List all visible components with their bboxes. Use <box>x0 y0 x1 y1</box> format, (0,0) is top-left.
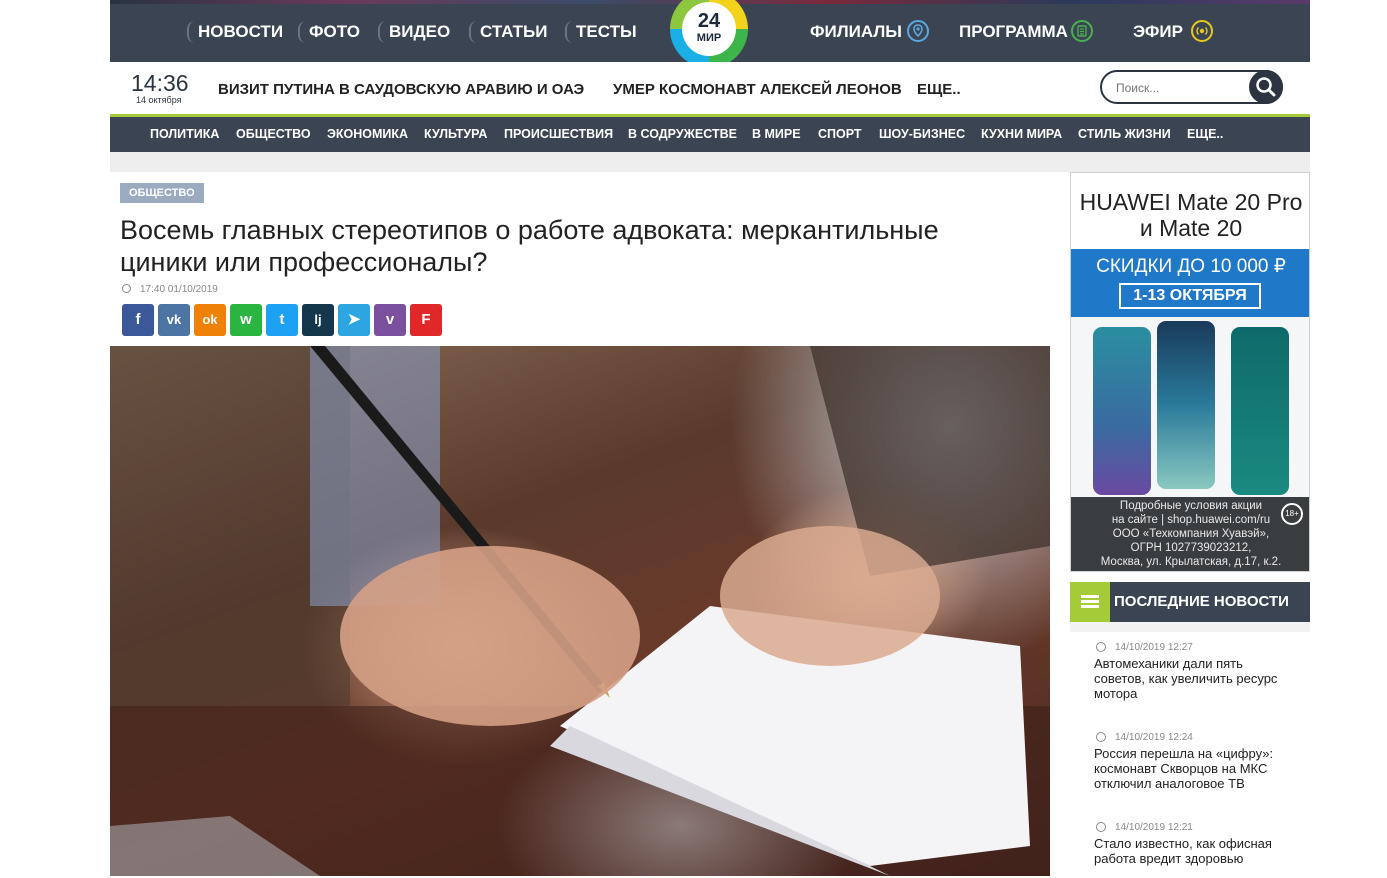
cat-economy[interactable]: ЭКОНОМИКА <box>327 127 408 141</box>
share-facebook-icon[interactable]: f <box>122 304 154 336</box>
latest-news-title: ПОСЛЕДНИЕ НОВОСТИ <box>1114 593 1289 610</box>
nav-news[interactable]: НОВОСТИ <box>187 21 283 43</box>
ad-dates: 1-13 ОКТЯБРЯ <box>1119 283 1261 309</box>
share-viber-icon[interactable]: v <box>374 304 406 336</box>
share-odnoklassniki-icon[interactable]: ok <box>194 304 226 336</box>
cat-world[interactable]: В МИРЕ <box>752 127 801 141</box>
ad-sale-text: СКИДКИ ДО 10 000 ₽ <box>1096 256 1286 277</box>
ad-fine-line: ОГРН 1027739023212, <box>1130 542 1252 554</box>
cat-world-cuisine[interactable]: КУХНИ МИРА <box>981 127 1062 141</box>
share-whatsapp-icon[interactable]: w <box>230 304 262 336</box>
news-time: 14/10/2019 12:24 <box>1094 732 1294 743</box>
cat-more[interactable]: ЕЩЕ.. <box>1187 127 1223 141</box>
search-icon <box>1256 77 1276 97</box>
news-time: 14/10/2019 12:21 <box>1094 822 1294 833</box>
cat-sport[interactable]: СПОРТ <box>818 127 862 141</box>
logo-number: 24 <box>697 10 721 32</box>
broadcast-icon[interactable] <box>1191 20 1213 42</box>
menu-icon[interactable] <box>1070 582 1110 622</box>
nav-program[interactable]: ПРОГРАММА <box>959 21 1068 43</box>
ticker-item-putin-visit[interactable]: ВИЗИТ ПУТИНА В САУДОВСКУЮ АРАВИЮ И ОАЭ <box>218 81 584 98</box>
logo-text: МИР <box>696 32 722 44</box>
list-icon[interactable] <box>1071 20 1093 42</box>
ticker-item-leonov[interactable]: УМЕР КОСМОНАВТ АЛЕКСЕЙ ЛЕОНОВ <box>613 81 902 98</box>
nav-articles[interactable]: СТАТЬИ <box>469 21 547 43</box>
cat-commonwealth[interactable]: В СОДРУЖЕСТВЕ <box>628 127 737 141</box>
huawei-ad-banner[interactable]: HUAWEI Mate 20 Pro и Mate 20 СКИДКИ ДО 1… <box>1070 172 1310 572</box>
clock-icon <box>1096 642 1106 652</box>
clock-date: 14 октября <box>136 95 182 105</box>
cat-politics[interactable]: ПОЛИТИКА <box>150 127 219 141</box>
ad-fine-print: Подробные условия акции на сайте | shop.… <box>1071 497 1309 571</box>
ad-fine-line: Подробные условия акции <box>1119 500 1263 512</box>
clock-icon <box>1096 822 1106 832</box>
spacer <box>110 152 1310 172</box>
page: НОВОСТИ ФОТО ВИДЕО СТАТЬИ ТЕСТЫ 24 МИР Ф… <box>110 0 1310 878</box>
search-input[interactable] <box>1114 78 1238 98</box>
news-title: Стало известно, как офисная работа вреди… <box>1094 836 1272 866</box>
publish-time: 17:40 01/10/2019 <box>140 284 218 295</box>
mir24-logo[interactable]: 24 МИР <box>670 0 748 68</box>
map-pin-icon[interactable] <box>907 20 929 42</box>
article-title: Восемь главных стереотипов о работе адво… <box>120 214 1020 278</box>
cat-society[interactable]: ОБЩЕСТВО <box>236 127 311 141</box>
latest-news-item[interactable]: 14/10/2019 12:27 Автомеханики дали пять … <box>1094 642 1294 701</box>
news-time-text: 14/10/2019 12:24 <box>1115 732 1193 743</box>
cat-lifestyle[interactable]: СТИЛЬ ЖИЗНИ <box>1078 127 1171 141</box>
article-title-line2: циники или профессионалы? <box>120 247 488 277</box>
age-rating-badge: 18+ <box>1281 503 1303 525</box>
article-meta: 17:40 01/10/2019 <box>122 284 218 295</box>
photo-scene <box>110 346 1050 876</box>
top-nav: НОВОСТИ ФОТО ВИДЕО СТАТЬИ ТЕСТЫ 24 МИР Ф… <box>110 0 1310 68</box>
cat-incidents[interactable]: ПРОИСШЕСТВИЯ <box>504 127 613 141</box>
ad-line2: и Mate 20 <box>1139 215 1243 241</box>
news-title: Россия перешла на «цифру»: космонавт Скв… <box>1094 746 1274 791</box>
nav-photo[interactable]: ФОТО <box>298 21 360 43</box>
ad-fine-line: на сайте | shop.huawei.com/ru <box>1111 514 1271 526</box>
news-time: 14/10/2019 12:27 <box>1094 642 1294 653</box>
ticker-more[interactable]: ЕЩЕ.. <box>917 81 961 98</box>
cat-culture[interactable]: КУЛЬТУРА <box>424 127 487 141</box>
nav-live[interactable]: ЭФИР <box>1133 21 1183 43</box>
share-livejournal-icon[interactable]: lj <box>302 304 334 336</box>
ticker-bar: 14:36 14 октября ВИЗИТ ПУТИНА В САУДОВСК… <box>110 62 1310 114</box>
nav-video[interactable]: ВИДЕО <box>378 21 450 43</box>
share-twitter-icon[interactable]: t <box>266 304 298 336</box>
article-photo <box>110 346 1050 876</box>
nav-tests[interactable]: ТЕСТЫ <box>565 21 637 43</box>
article: ОБЩЕСТВО Восемь главных стереотипов о ра… <box>110 172 1050 878</box>
rubric-badge[interactable]: ОБЩЕСТВО <box>120 183 204 203</box>
phone-center <box>1157 321 1215 489</box>
search-button[interactable] <box>1249 70 1283 104</box>
share-flipboard-icon[interactable]: F <box>410 304 442 336</box>
ad-line1: HUAWEI Mate 20 Pro <box>1079 189 1303 215</box>
search-box <box>1100 70 1283 104</box>
phone-left <box>1093 327 1151 495</box>
news-time-text: 14/10/2019 12:21 <box>1115 822 1193 833</box>
news-title: Автомеханики дали пять советов, как увел… <box>1094 656 1278 701</box>
latest-news-item[interactable]: 14/10/2019 12:24 Россия перешла на «цифр… <box>1094 732 1294 791</box>
news-time-text: 14/10/2019 12:27 <box>1115 642 1193 653</box>
latest-news-header: ПОСЛЕДНИЕ НОВОСТИ <box>1070 582 1310 622</box>
article-title-line1: Восемь главных стереотипов о работе адво… <box>120 215 939 245</box>
ad-fine-line: Москва, ул. Крылатская, д.17, к.2. <box>1100 556 1282 568</box>
share-vk-icon[interactable]: vk <box>158 304 190 336</box>
clock-time: 14:36 <box>131 70 189 96</box>
clock-icon <box>1096 732 1106 742</box>
latest-news-item[interactable]: 14/10/2019 12:21 Стало известно, как офи… <box>1094 822 1294 866</box>
category-nav: ПОЛИТИКА ОБЩЕСТВО ЭКОНОМИКА КУЛЬТУРА ПРО… <box>110 114 1310 152</box>
phone-right <box>1231 327 1289 495</box>
clock-icon <box>122 284 131 293</box>
nav-branches[interactable]: ФИЛИАЛЫ <box>810 21 902 43</box>
ad-fine-line: ООО «Техкомпания Хуавэй», <box>1112 528 1270 540</box>
ad-phones-image <box>1071 317 1309 497</box>
latest-divider <box>1070 622 1310 632</box>
share-telegram-icon[interactable]: ➤ <box>338 304 370 336</box>
cat-showbiz[interactable]: ШОУ-БИЗНЕС <box>879 127 965 141</box>
